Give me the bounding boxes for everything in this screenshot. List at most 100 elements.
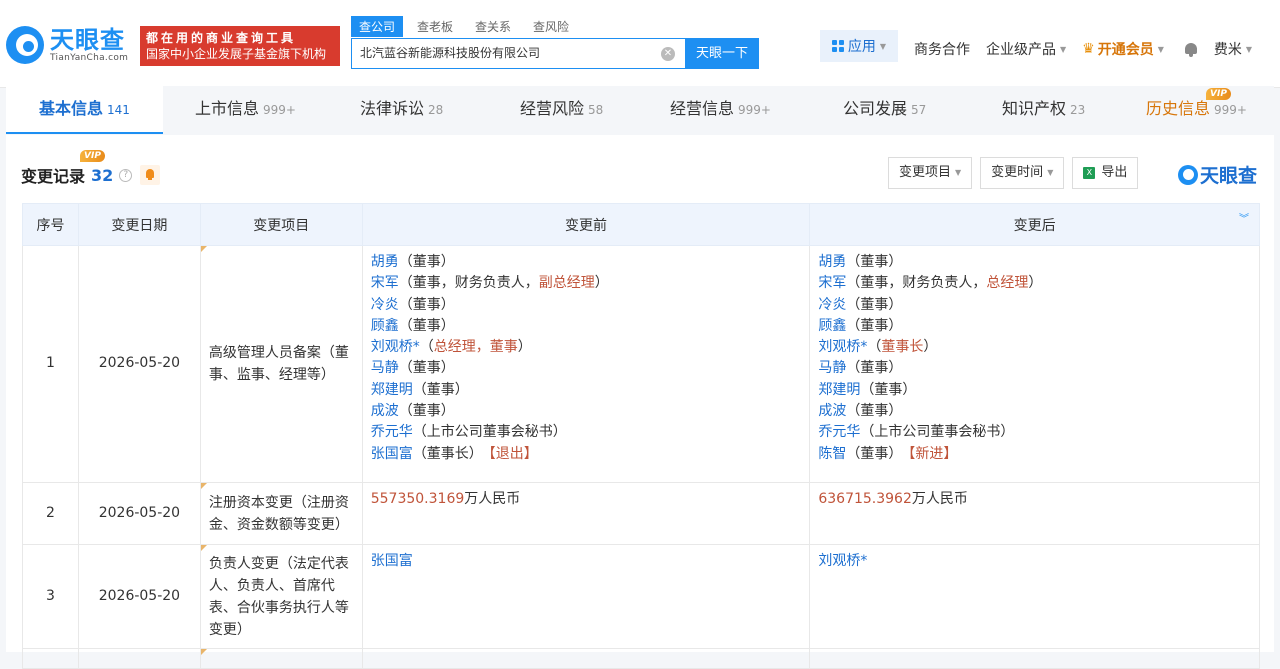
row-no: 2 [22, 482, 79, 545]
grid-icon [831, 40, 844, 52]
person-role: （董事，财务负责人， [398, 275, 539, 292]
row-item: 注册资本变更（注册资金、资金数额等变更） [199, 482, 363, 545]
caret-down-icon: ▼ [1047, 168, 1054, 177]
monitor-bell-icon[interactable] [140, 165, 161, 185]
caret-down-icon[interactable]: ▼ [1246, 45, 1252, 54]
top-nav: 应用 ▼ 商务合作 企业级产品 ▼ ♛ 开通会员 ▼ 费米 ▼ [820, 30, 1252, 62]
person-link[interactable]: 刘观桥* [818, 553, 867, 569]
person-line: 乔元华（上市公司董事会秘书） [818, 422, 1251, 443]
logo-mark-icon [6, 26, 44, 64]
person-link[interactable]: 乔元华 [371, 424, 413, 440]
site-logo[interactable]: 天眼查 TianYanCha.com [6, 26, 128, 64]
search-tab-relation[interactable]: 查关系 [467, 16, 519, 37]
person-link[interactable]: 乔元华 [818, 424, 860, 440]
filter-item-button[interactable]: 变更项目 ▼ [888, 157, 973, 189]
person-link[interactable]: 宋军 [818, 275, 846, 291]
before-unit: 万人民币 [464, 491, 521, 507]
search-area: 查公司 查老板 查关系 查风险 北汽蓝谷新能源科技股份有限公司 ✕ 天眼一下 [351, 16, 759, 69]
tab-basic-info[interactable]: 基本信息 141 [6, 86, 163, 134]
person-line: 刘观桥*（董事长） [818, 337, 1251, 358]
row-no: 1 [22, 245, 79, 483]
person-link[interactable]: 成波 [371, 403, 399, 419]
promo-banner[interactable]: 都在用的商业查询工具 国家中小企业发展子基金旗下机构 [140, 26, 340, 66]
person-line: 乔元华（上市公司董事会秘书） [371, 422, 802, 443]
row-no: 3 [22, 544, 79, 649]
filter-time-button[interactable]: 变更时间 ▼ [980, 157, 1065, 189]
search-box: 北汽蓝谷新能源科技股份有限公司 ✕ 天眼一下 [351, 38, 759, 69]
person-link[interactable]: 陈智 [818, 446, 846, 462]
person-role: （董事长） [412, 445, 483, 462]
tab-history[interactable]: 历史信息 999+ VIP [1108, 86, 1274, 134]
export-button[interactable]: X 导出 [1072, 157, 1139, 189]
row-after: 胡勇（董事） 宋军（董事，财务负责人，总经理） 冷炎（董事） 顾鑫（董事） 刘观桥*（董… [809, 245, 1260, 483]
col-header-after: 变更后 ︾ [809, 203, 1260, 246]
change-tag: 【退出】 [488, 445, 538, 462]
biz-coop-link[interactable]: 商务合作 [914, 39, 970, 59]
tab-business-risk[interactable]: 经营风险 58 [488, 86, 640, 134]
person-link[interactable]: 顾鑫 [818, 318, 846, 334]
table-header-row: 序号 变更日期 变更项目 变更前 变更后 ︾ [22, 203, 1260, 246]
person-link[interactable]: 张国富 [371, 446, 413, 462]
person-role: （董事） [846, 254, 903, 270]
help-icon[interactable]: ? [119, 168, 133, 182]
search-tab-boss[interactable]: 查老板 [409, 16, 461, 37]
vip-tag: VIP [1206, 88, 1231, 100]
person-line: 成波（董事） [371, 401, 802, 422]
search-tab-company[interactable]: 查公司 [351, 16, 404, 37]
after-person-list: 胡勇（董事） 宋军（董事，财务负责人，总经理） 冷炎（董事） 顾鑫（董事） 刘观桥*（董… [818, 252, 1251, 465]
person-role: （董事） [412, 381, 469, 398]
person-role: （董事） [398, 360, 455, 377]
person-link[interactable]: 宋军 [371, 275, 399, 291]
table-row: 2 2026-05-20 注册资本变更（注册资金、资金数额等变更） 557350… [22, 482, 1260, 545]
tab-business-info[interactable]: 经营信息 999+ [640, 86, 806, 134]
person-link[interactable]: 马静 [371, 360, 399, 376]
crown-icon: ♛ [1082, 41, 1095, 57]
user-name[interactable]: 费米 [1214, 39, 1242, 59]
search-tab-risk[interactable]: 查风险 [525, 16, 577, 37]
top-bar: 天眼查 TianYanCha.com 都在用的商业查询工具 国家中小企业发展子基… [0, 0, 1280, 88]
search-input[interactable]: 北汽蓝谷新能源科技股份有限公司 ✕ [351, 38, 685, 69]
clear-icon[interactable]: ✕ [661, 47, 675, 61]
person-line: 陈智（董事） 【新进】 [818, 444, 1251, 465]
apps-button[interactable]: 应用 ▼ [820, 30, 898, 62]
person-link[interactable]: 郑建明 [371, 382, 413, 398]
person-link[interactable]: 刘观桥* [371, 339, 420, 355]
person-line: 郑建明（董事） [818, 380, 1251, 401]
person-role: （ [419, 339, 434, 356]
search-tabs: 查公司 查老板 查关系 查风险 [351, 16, 759, 37]
section-title: 变更记录 32 ? [21, 163, 161, 187]
search-button[interactable]: 天眼一下 [685, 38, 759, 69]
person-link[interactable]: 马静 [818, 360, 846, 376]
tab-development[interactable]: 公司发展 57 [806, 86, 965, 134]
person-role: （董事） [846, 360, 903, 377]
person-link[interactable]: 胡勇 [818, 254, 846, 270]
person-link[interactable]: 胡勇 [371, 254, 399, 270]
person-link[interactable]: 顾鑫 [371, 318, 399, 334]
tab-listing-info[interactable]: 上市信息 999+ [163, 86, 329, 134]
person-link[interactable]: 冷炎 [371, 297, 399, 313]
tab-ip[interactable]: 知识产权 23 [965, 86, 1108, 134]
person-role-changed: 副总经理 [538, 275, 595, 292]
row-date: 2026-05-20 [77, 245, 201, 483]
logo-cn: 天眼查 [50, 26, 125, 54]
toolbar: 变更项目 ▼ 变更时间 ▼ X 导出 [888, 157, 1146, 189]
col-header-item: 变更项目 [199, 203, 363, 246]
expand-icon[interactable]: ︾ [1239, 215, 1249, 230]
promo-line1: 都在用的商业查询工具 [146, 31, 297, 45]
person-role-changed: 董事长 [881, 339, 924, 356]
person-link[interactable]: 冷炎 [818, 297, 846, 313]
bell-icon[interactable] [1184, 42, 1198, 57]
caret-down-icon: ▼ [955, 168, 962, 177]
caret-down-icon: ▼ [1060, 44, 1067, 54]
enterprise-products-menu[interactable]: 企业级产品 ▼ [986, 39, 1066, 59]
row-after: 刘观桥* [809, 544, 1260, 649]
tab-litigation[interactable]: 法律诉讼 28 [329, 86, 488, 134]
open-vip-link[interactable]: ♛ 开通会员 ▼ [1082, 39, 1164, 59]
person-link[interactable]: 刘观桥* [818, 339, 867, 355]
row-item: 高级管理人员备案（董事、监事、经理等） [199, 245, 363, 483]
person-link[interactable]: 郑建明 [818, 382, 860, 398]
person-link[interactable]: 张国富 [371, 553, 413, 569]
person-role-changed: 总经理，董事 [433, 339, 518, 356]
person-link[interactable]: 成波 [818, 403, 846, 419]
brand-watermark: 天眼查 [1178, 161, 1257, 188]
